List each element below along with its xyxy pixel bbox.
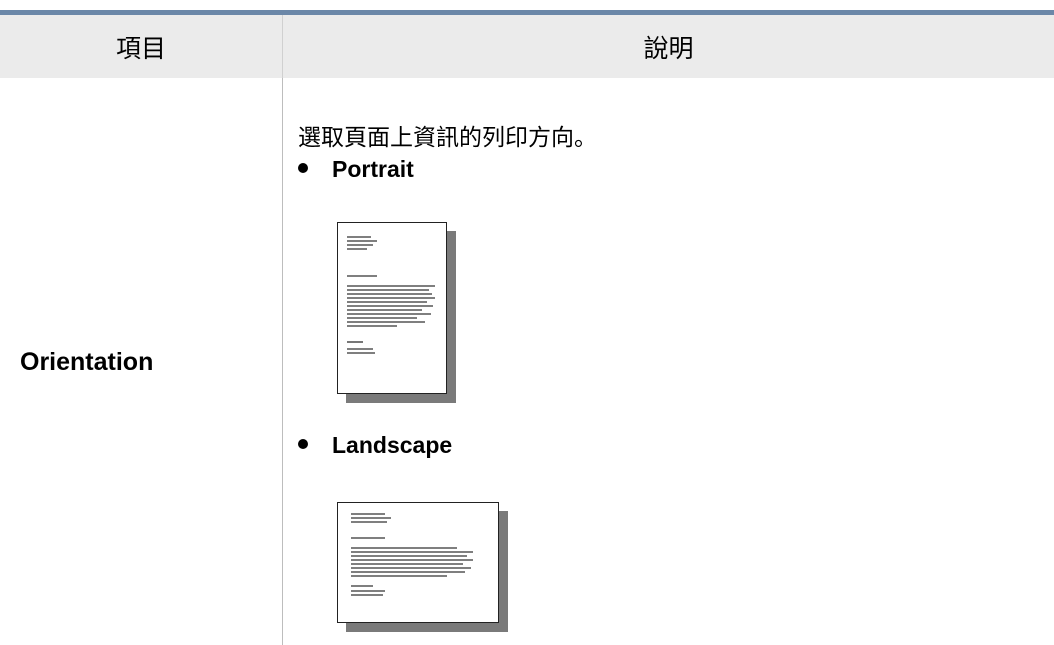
- column-divider: [282, 78, 283, 645]
- header-description: 說明: [643, 33, 694, 63]
- settings-table: 項目 說明 Orientation 選取頁面上資訊的列印方向。 Portrait: [0, 0, 1054, 645]
- option-landscape-label: Landscape: [332, 432, 453, 458]
- header-item: 項目: [115, 33, 166, 63]
- landscape-page-icon: [337, 502, 509, 634]
- option-portrait-label: Portrait: [332, 156, 414, 182]
- bullet-dot-icon: [298, 438, 308, 449]
- table-header-row: 項目 說明: [0, 15, 1054, 78]
- portrait-page-icon: [337, 222, 457, 404]
- option-landscape: Landscape: [298, 432, 452, 459]
- bullet-dot-icon: [298, 162, 308, 173]
- row-description-text: 選取頁面上資訊的列印方向。: [298, 125, 597, 151]
- option-portrait: Portrait: [298, 156, 414, 183]
- row-item-orientation: Orientation: [20, 348, 154, 376]
